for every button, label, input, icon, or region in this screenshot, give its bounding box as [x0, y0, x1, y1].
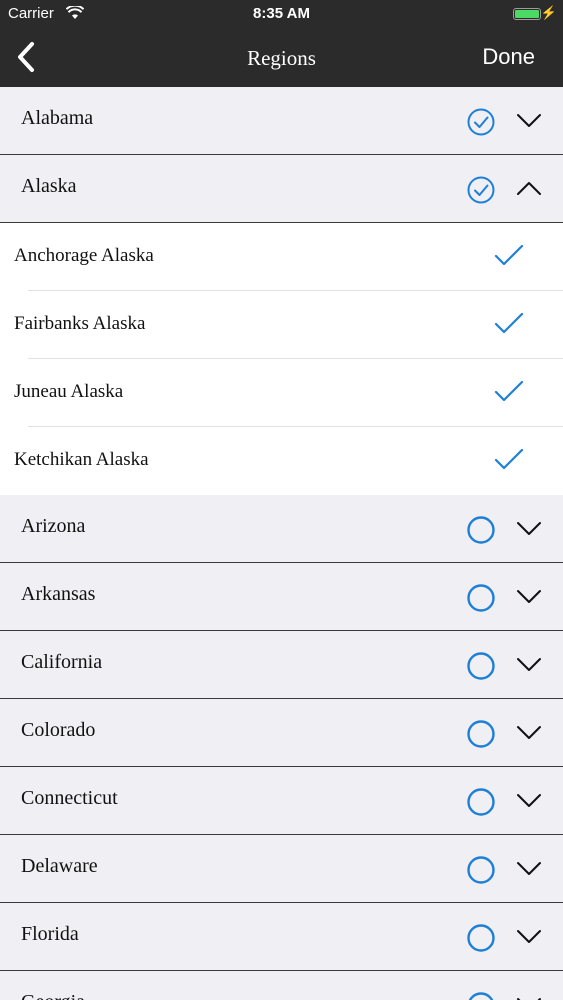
state-row[interactable]: Alabama	[0, 87, 563, 155]
city-row[interactable]: Anchorage Alaska	[0, 223, 563, 291]
chevron-down-icon[interactable]	[515, 723, 543, 741]
city-label: Ketchikan Alaska	[14, 449, 149, 470]
clock: 8:35 AM	[253, 5, 310, 22]
battery-icon	[513, 8, 541, 20]
city-row[interactable]: Fairbanks Alaska	[0, 291, 563, 359]
chevron-down-icon[interactable]	[515, 791, 543, 809]
unselected-circle-icon[interactable]	[467, 720, 495, 748]
regions-list: Alabama Alaska Anchorage Alaska Fairbanks A…	[0, 87, 563, 1000]
city-label: Fairbanks Alaska	[14, 313, 146, 334]
state-row[interactable]: Alaska	[0, 155, 563, 223]
unselected-circle-icon[interactable]	[467, 788, 495, 816]
done-button[interactable]: Done	[482, 44, 535, 70]
city-label: Anchorage Alaska	[14, 245, 154, 266]
chevron-down-icon[interactable]	[515, 995, 543, 1000]
chevron-down-icon[interactable]	[515, 655, 543, 673]
chevron-up-icon[interactable]	[515, 179, 543, 197]
selected-check-circle-icon[interactable]	[467, 176, 495, 204]
unselected-circle-icon[interactable]	[467, 516, 495, 544]
checkmark-icon	[494, 448, 524, 470]
state-label: Colorado	[21, 719, 96, 741]
state-label: Connecticut	[21, 787, 118, 809]
unselected-circle-icon[interactable]	[467, 856, 495, 884]
selected-check-circle-icon[interactable]	[467, 108, 495, 136]
checkmark-icon	[494, 244, 524, 266]
charging-icon: ⚡	[540, 5, 557, 20]
state-label: Arizona	[21, 515, 86, 537]
city-label: Juneau Alaska	[14, 381, 124, 402]
city-row[interactable]: Ketchikan Alaska	[0, 427, 563, 495]
unselected-circle-icon[interactable]	[467, 992, 495, 1000]
state-row[interactable]: Colorado	[0, 699, 563, 767]
page-title: Regions	[247, 46, 316, 70]
chevron-down-icon[interactable]	[515, 111, 543, 129]
checkmark-icon	[494, 380, 524, 402]
state-row[interactable]: Georgia	[0, 971, 563, 1000]
state-label: Florida	[21, 923, 79, 945]
navigation-bar: Regions Done	[0, 28, 563, 87]
state-label: Georgia	[21, 991, 85, 1000]
chevron-down-icon[interactable]	[515, 519, 543, 537]
state-label: California	[21, 651, 103, 673]
status-bar: Carrier 8:35 AM ⚡	[0, 0, 563, 28]
state-row[interactable]: Connecticut	[0, 767, 563, 835]
state-label: Alabama	[21, 107, 94, 129]
state-row[interactable]: Delaware	[0, 835, 563, 903]
state-row[interactable]: California	[0, 631, 563, 699]
city-list: Anchorage Alaska Fairbanks Alaska Juneau A…	[0, 223, 563, 495]
chevron-down-icon[interactable]	[515, 859, 543, 877]
checkmark-icon	[494, 312, 524, 334]
state-label: Alaska	[21, 175, 77, 197]
state-label: Delaware	[21, 855, 98, 877]
unselected-circle-icon[interactable]	[467, 924, 495, 952]
unselected-circle-icon[interactable]	[467, 652, 495, 680]
unselected-circle-icon[interactable]	[467, 584, 495, 612]
state-label: Arkansas	[21, 583, 96, 605]
state-row[interactable]: Arkansas	[0, 563, 563, 631]
chevron-down-icon[interactable]	[515, 587, 543, 605]
state-row[interactable]: Arizona	[0, 495, 563, 563]
city-row[interactable]: Juneau Alaska	[0, 359, 563, 427]
state-row[interactable]: Florida	[0, 903, 563, 971]
chevron-down-icon[interactable]	[515, 927, 543, 945]
